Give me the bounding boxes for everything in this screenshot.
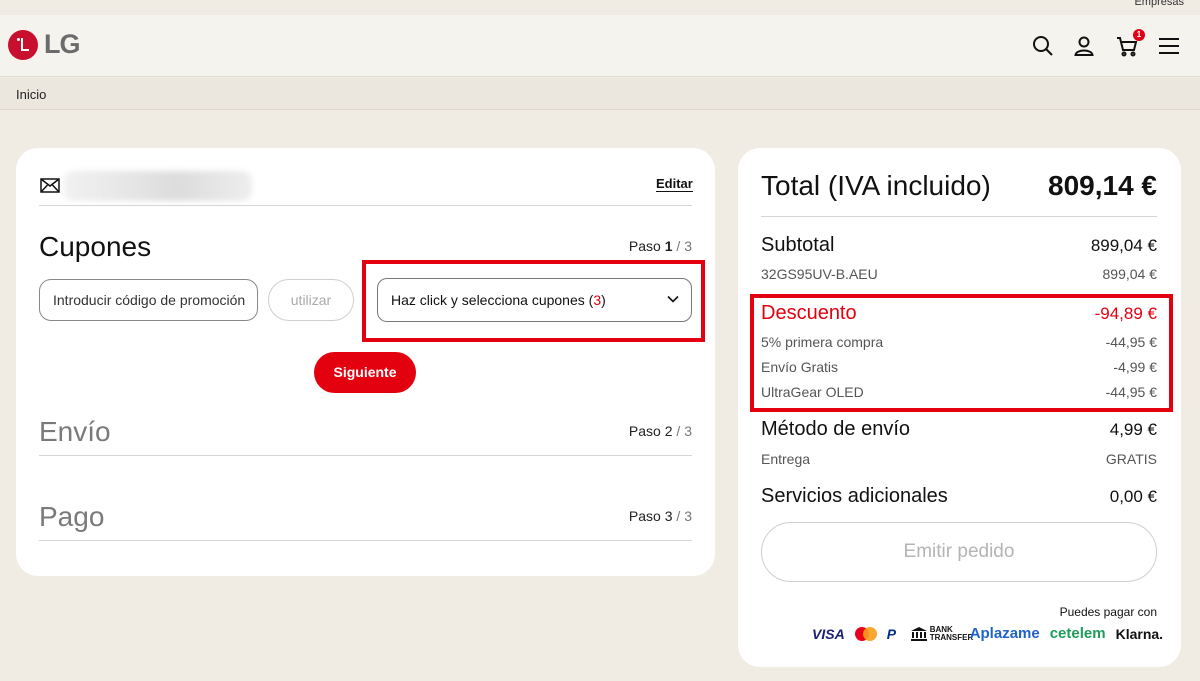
breadcrumb-home[interactable]: Inicio [16, 87, 46, 102]
step-coupons-title: Cupones [39, 231, 152, 262]
edit-email-link[interactable]: Editar [656, 177, 693, 192]
bank-transfer-logo: BANK TRANSFER [910, 625, 973, 642]
step-shipping-title[interactable]: Envío [39, 416, 111, 448]
subtotal-row: Subtotal 899,04 € [761, 234, 1157, 257]
total-row: Total (IVA incluido) 809,14 € [761, 170, 1157, 202]
discount-item: UltraGear OLED -44,95 € [761, 384, 1157, 400]
delivery-row: Entrega GRATIS [761, 451, 1157, 467]
shipping-label: Método de envío [761, 418, 910, 440]
delivery-value: GRATIS [1105, 451, 1157, 467]
divider [39, 540, 692, 541]
discount-value: -94,89 € [1094, 304, 1157, 323]
lg-logo-text: LG [44, 29, 80, 59]
product-price: 899,04 € [1102, 266, 1158, 282]
mail-icon [40, 178, 60, 193]
klarna-logo: Klarna. [1115, 625, 1164, 642]
lg-logo-icon [8, 29, 38, 60]
step-2-counter: Paso 2 / 3 [628, 423, 692, 439]
coupon-count: 3 [593, 292, 602, 308]
site-header: LG 1 [0, 15, 1200, 77]
bank-icon [910, 626, 927, 641]
delivery-label: Entrega [761, 451, 811, 467]
step-payment-title[interactable]: Pago [39, 501, 104, 533]
cetelem-logo: cetelem [1049, 625, 1106, 642]
cart-count-badge: 1 [1133, 29, 1145, 41]
services-row: Servicios adicionales 0,00 € [761, 485, 1157, 508]
discount-label: Descuento [761, 302, 857, 324]
step-1-counter: Paso 1 / 3 [628, 238, 692, 254]
coupon-select-dropdown[interactable]: Haz click y selecciona cupones (3) [377, 278, 692, 322]
place-order-button[interactable]: Emitir pedido [761, 522, 1157, 582]
services-label: Servicios adicionales [761, 485, 948, 507]
aplazame-logo: Aplazame [969, 625, 1040, 642]
shipping-value: 4,99 € [1109, 420, 1157, 439]
visa-logo: VISA [812, 625, 845, 642]
top-strip: Empresas [0, 0, 1200, 15]
order-summary-card: Total (IVA incluido) 809,14 € Subtotal 8… [738, 148, 1181, 667]
divider [761, 216, 1157, 217]
discount-item: 5% primera compra -44,95 € [761, 334, 1157, 350]
user-icon[interactable] [1072, 34, 1096, 58]
step-3-counter: Paso 3 / 3 [628, 508, 692, 524]
subtotal-value: 899,04 € [1090, 236, 1157, 255]
product-row: 32GS95UV-B.AEU 899,04 € [761, 266, 1157, 282]
email-redacted [64, 171, 252, 201]
mastercard-icon [854, 626, 877, 641]
breadcrumb: Inicio [0, 78, 1200, 110]
divider [39, 205, 692, 206]
empresas-link[interactable]: Empresas [1134, 0, 1184, 8]
payment-methods-label: Puedes pagar con [1059, 605, 1157, 619]
discount-item: Envío Gratis -4,99 € [761, 359, 1157, 375]
shipping-row: Método de envío 4,99 € [761, 418, 1157, 441]
payment-logos: VISA P BANK TRANSFER Aplazame cetelem Kl… [812, 625, 1163, 642]
total-value: 809,14 € [1048, 170, 1157, 201]
divider [39, 455, 692, 456]
paypal-icon: P [886, 625, 897, 642]
product-sku: 32GS95UV-B.AEU [761, 266, 878, 282]
checkout-steps-card: Editar Cupones Paso 1 / 3 utilizar Haz c… [16, 148, 715, 576]
total-label: Total (IVA incluido) [761, 170, 991, 201]
promo-code-input[interactable] [39, 279, 258, 321]
menu-icon[interactable] [1157, 34, 1181, 58]
discount-row: Descuento -94,89 € [761, 302, 1157, 325]
use-promo-button[interactable]: utilizar [268, 279, 354, 321]
search-icon[interactable] [1031, 34, 1055, 58]
chevron-down-icon [667, 295, 679, 303]
subtotal-label: Subtotal [761, 234, 835, 256]
lg-logo[interactable]: LG [8, 29, 80, 60]
next-button[interactable]: Siguiente [314, 352, 416, 393]
services-value: 0,00 € [1109, 487, 1157, 506]
